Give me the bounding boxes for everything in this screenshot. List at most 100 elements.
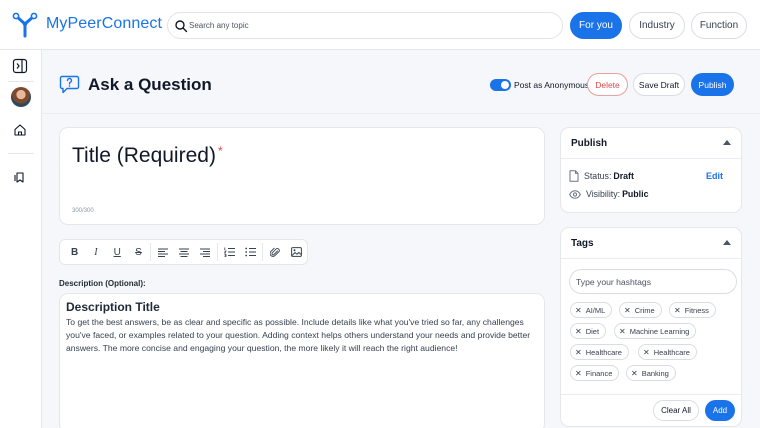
- close-icon[interactable]: ✕: [619, 327, 626, 336]
- left-sidebar: [0, 50, 42, 428]
- visibility-label: Visibility:: [586, 189, 621, 199]
- clear-all-button[interactable]: Clear All: [653, 400, 699, 421]
- divider: [42, 113, 760, 114]
- expand-sidebar-icon[interactable]: [10, 56, 30, 76]
- numbered-list-button[interactable]: [219, 241, 240, 263]
- tag-chip[interactable]: ✕ Crime: [619, 302, 662, 318]
- description-title: Description Title: [66, 300, 160, 314]
- image-icon: [290, 247, 302, 257]
- align-center-button[interactable]: [173, 241, 194, 263]
- close-icon[interactable]: ✕: [575, 369, 582, 378]
- tag-chip[interactable]: ✕ Healthcare: [638, 344, 697, 360]
- visibility-value: Public: [622, 189, 649, 199]
- close-icon[interactable]: ✕: [575, 306, 582, 315]
- document-icon: [569, 170, 579, 182]
- align-left-button[interactable]: [152, 241, 173, 263]
- question-bubble-icon: [59, 75, 80, 94]
- underline-icon: U: [113, 246, 121, 258]
- bullet-list-icon: [245, 247, 257, 257]
- tab-function[interactable]: Function: [691, 12, 747, 39]
- italic-button[interactable]: I: [85, 241, 106, 263]
- bold-button[interactable]: B: [64, 241, 85, 263]
- publish-panel-title: Publish: [571, 138, 608, 149]
- close-icon[interactable]: ✕: [624, 306, 631, 315]
- tag-chip[interactable]: ✕ Finance: [570, 365, 620, 381]
- align-right-icon: [200, 247, 211, 257]
- bookmarks-icon[interactable]: [10, 167, 30, 187]
- char-counter: 300/300: [72, 208, 94, 214]
- description-editor[interactable]: Description Title To get the best answer…: [59, 293, 545, 428]
- tag-chip[interactable]: ✕ AI/ML: [570, 302, 613, 318]
- formatting-toolbar: B I U S: [59, 239, 308, 265]
- close-icon[interactable]: ✕: [674, 306, 681, 315]
- numbered-list-icon: [224, 247, 236, 257]
- tag-chip[interactable]: ✕ Machine Learning: [614, 323, 697, 339]
- collapse-caret-icon[interactable]: [723, 240, 731, 245]
- tag-chip[interactable]: ✕ Healthcare: [570, 344, 629, 360]
- tag-label: Banking: [641, 368, 669, 378]
- hashtag-field[interactable]: [569, 269, 737, 294]
- title-field[interactable]: Title (Required) * 300/300: [59, 127, 545, 225]
- tag-label: Machine Learning: [629, 326, 690, 336]
- strikethrough-icon: S: [135, 246, 142, 258]
- align-right-button[interactable]: [195, 241, 216, 263]
- edit-status-link[interactable]: Edit: [706, 171, 723, 181]
- align-center-icon: [179, 247, 190, 257]
- add-tag-button[interactable]: Add: [705, 400, 735, 421]
- close-icon[interactable]: ✕: [575, 327, 582, 336]
- close-icon[interactable]: ✕: [643, 348, 650, 357]
- collapse-caret-icon[interactable]: [723, 140, 731, 145]
- tag-label: Diet: [585, 326, 600, 336]
- attachment-button[interactable]: [264, 241, 285, 263]
- publish-button[interactable]: Publish: [691, 73, 734, 96]
- tags-panel-title: Tags: [571, 238, 594, 249]
- anonymous-toggle[interactable]: [490, 79, 511, 91]
- search-icon: [175, 20, 188, 33]
- hashtag-input[interactable]: [576, 275, 731, 289]
- tag-label: Fitness: [684, 305, 709, 315]
- search-bar[interactable]: [167, 12, 563, 39]
- close-icon[interactable]: ✕: [575, 348, 582, 357]
- description-label: Description (Optional):: [59, 279, 146, 288]
- paperclip-icon: [270, 247, 280, 257]
- delete-button[interactable]: Delete: [587, 73, 628, 96]
- status-label: Status:: [584, 171, 612, 181]
- strikethrough-button[interactable]: S: [128, 241, 149, 263]
- tag-chip[interactable]: ✕ Diet: [570, 323, 607, 339]
- top-header: MyPeerConnect For you Industry Function: [0, 0, 760, 50]
- title-placeholder: Title (Required) *: [72, 144, 223, 168]
- status-value: Draft: [613, 171, 634, 181]
- brand-name[interactable]: MyPeerConnect: [46, 15, 162, 33]
- bullet-list-button[interactable]: [240, 241, 261, 263]
- tab-industry[interactable]: Industry: [629, 12, 685, 39]
- italic-icon: I: [94, 246, 98, 258]
- tab-for-you[interactable]: For you: [570, 12, 622, 39]
- underline-button[interactable]: U: [107, 241, 128, 263]
- tags-panel: Tags ✕AI/ML ✕Crime ✕Fitness ✕Diet ✕Machi…: [560, 227, 742, 427]
- tag-chip[interactable]: ✕ Fitness: [669, 302, 716, 318]
- required-mark: *: [217, 144, 223, 158]
- tag-label: Healthcare: [585, 347, 622, 357]
- avatar[interactable]: [11, 87, 31, 107]
- close-icon[interactable]: ✕: [631, 369, 638, 378]
- tag-label: Healthcare: [653, 347, 690, 357]
- status-row: Status: Draft: [569, 170, 634, 182]
- align-left-icon: [157, 247, 168, 257]
- save-draft-button[interactable]: Save Draft: [633, 73, 685, 96]
- tag-chip[interactable]: ✕ Banking: [626, 365, 676, 381]
- description-body: To get the best answers, be as clear and…: [66, 317, 531, 353]
- bold-icon: B: [71, 246, 79, 258]
- anonymous-label: Post as Anonymous: [514, 80, 590, 90]
- tag-label: Crime: [634, 305, 655, 315]
- tag-label: Finance: [585, 368, 613, 378]
- home-icon[interactable]: [10, 120, 30, 140]
- page-title: Ask a Question: [88, 75, 212, 94]
- eye-icon: [569, 189, 581, 199]
- title-placeholder-text: Title (Required): [72, 144, 216, 167]
- visibility-row: Visibility: Public: [569, 189, 648, 199]
- image-button[interactable]: [286, 241, 307, 263]
- search-input[interactable]: [189, 17, 549, 34]
- publish-panel: Publish Status: Draft Edit Visibility: Pub…: [560, 127, 742, 213]
- tag-label: AI/ML: [585, 305, 606, 315]
- logo-icon[interactable]: [12, 12, 38, 38]
